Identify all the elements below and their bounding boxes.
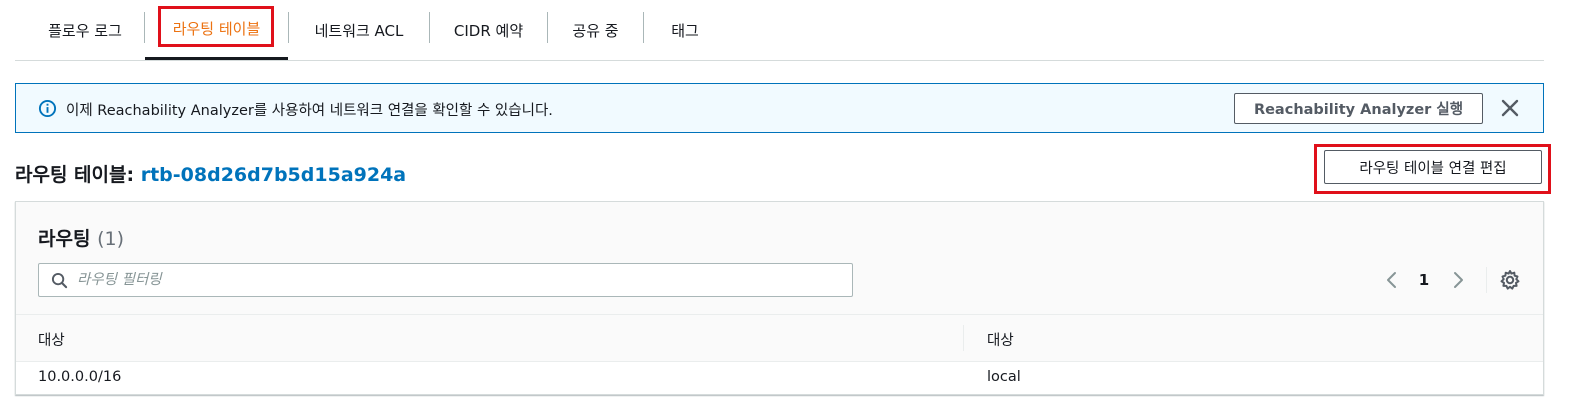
table-row: 10.0.0.0/16 local	[16, 362, 1543, 395]
page-title-label: 라우팅 테이블:	[15, 164, 135, 186]
highlight-box-tab	[158, 6, 274, 47]
routes-title: 라우팅 (1)	[38, 224, 124, 251]
tab-sharing[interactable]: 공유 중	[548, 0, 643, 60]
routes-count: (1)	[97, 228, 124, 250]
tab-cidr-reservations[interactable]: CIDR 예약	[430, 0, 547, 60]
column-divider[interactable]	[963, 325, 964, 351]
column-header-destination[interactable]: 대상	[38, 329, 65, 350]
column-header-target[interactable]: 대상	[987, 329, 1014, 350]
cell-target: local	[987, 369, 1021, 385]
search-input[interactable]	[77, 265, 837, 295]
route-table-id-link[interactable]: rtb-08d26d7b5d15a924a	[141, 164, 406, 186]
tab-flow-logs[interactable]: 플로우 로그	[25, 0, 145, 60]
page-number[interactable]: 1	[1414, 268, 1434, 292]
close-icon[interactable]	[1499, 97, 1521, 119]
routes-panel: 라우팅 (1) 1 대상 대상 10.0.0.0	[15, 201, 1544, 395]
highlight-box-edit-button	[1314, 144, 1551, 194]
table-header: 대상 대상	[16, 315, 1543, 362]
alert-message: 이제 Reachability Analyzer를 사용하여 네트워크 연결을 …	[66, 103, 553, 119]
chevron-left-icon[interactable]	[1382, 268, 1402, 292]
routes-panel-header: 라우팅 (1) 1	[16, 202, 1543, 315]
run-reachability-analyzer-button[interactable]: Reachability Analyzer 실행	[1234, 93, 1483, 124]
cell-destination: 10.0.0.0/16	[38, 369, 122, 385]
info-alert: 이제 Reachability Analyzer를 사용하여 네트워크 연결을 …	[15, 83, 1544, 133]
info-circle-icon	[38, 99, 57, 118]
tab-tags[interactable]: 태그	[644, 0, 726, 60]
gear-icon[interactable]	[1498, 268, 1522, 292]
tab-network-acl[interactable]: 네트워크 ACL	[289, 0, 429, 60]
chevron-right-icon[interactable]	[1448, 268, 1468, 292]
page-title: 라우팅 테이블: rtb-08d26d7b5d15a924a	[15, 160, 406, 187]
search-icon	[51, 272, 68, 289]
pager-divider	[1486, 267, 1487, 293]
routes-title-label: 라우팅	[38, 228, 91, 250]
route-filter-search[interactable]	[38, 263, 853, 297]
